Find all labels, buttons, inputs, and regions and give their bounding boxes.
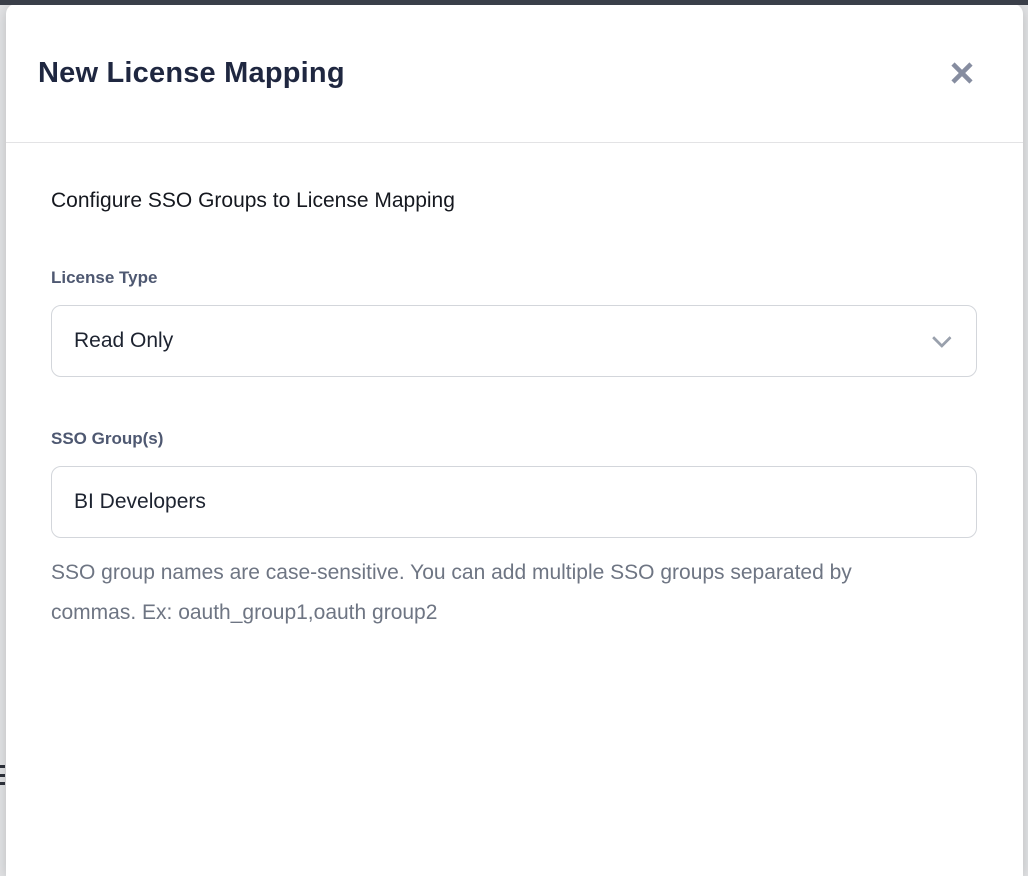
license-type-label: License Type [51,268,977,288]
sso-groups-input[interactable] [51,466,977,538]
clipped-menu-icon [0,762,5,788]
license-type-select[interactable]: Read Only [51,305,977,377]
new-license-mapping-modal: New License Mapping Configure SSO Groups… [6,4,1023,876]
sso-groups-hint: SSO group names are case-sensitive. You … [51,553,891,633]
page-title: New License Mapping [38,57,345,90]
sso-groups-label: SSO Group(s) [51,429,977,449]
close-icon [949,60,975,86]
modal-description: Configure SSO Groups to License Mapping [51,189,977,213]
close-button[interactable] [943,54,981,92]
modal-body: Configure SSO Groups to License Mapping … [6,143,1023,633]
window-top-edge [0,0,1028,5]
chevron-down-icon [932,328,952,348]
license-type-selected-value: Read Only [74,329,173,353]
modal-header: New License Mapping [6,4,1023,143]
